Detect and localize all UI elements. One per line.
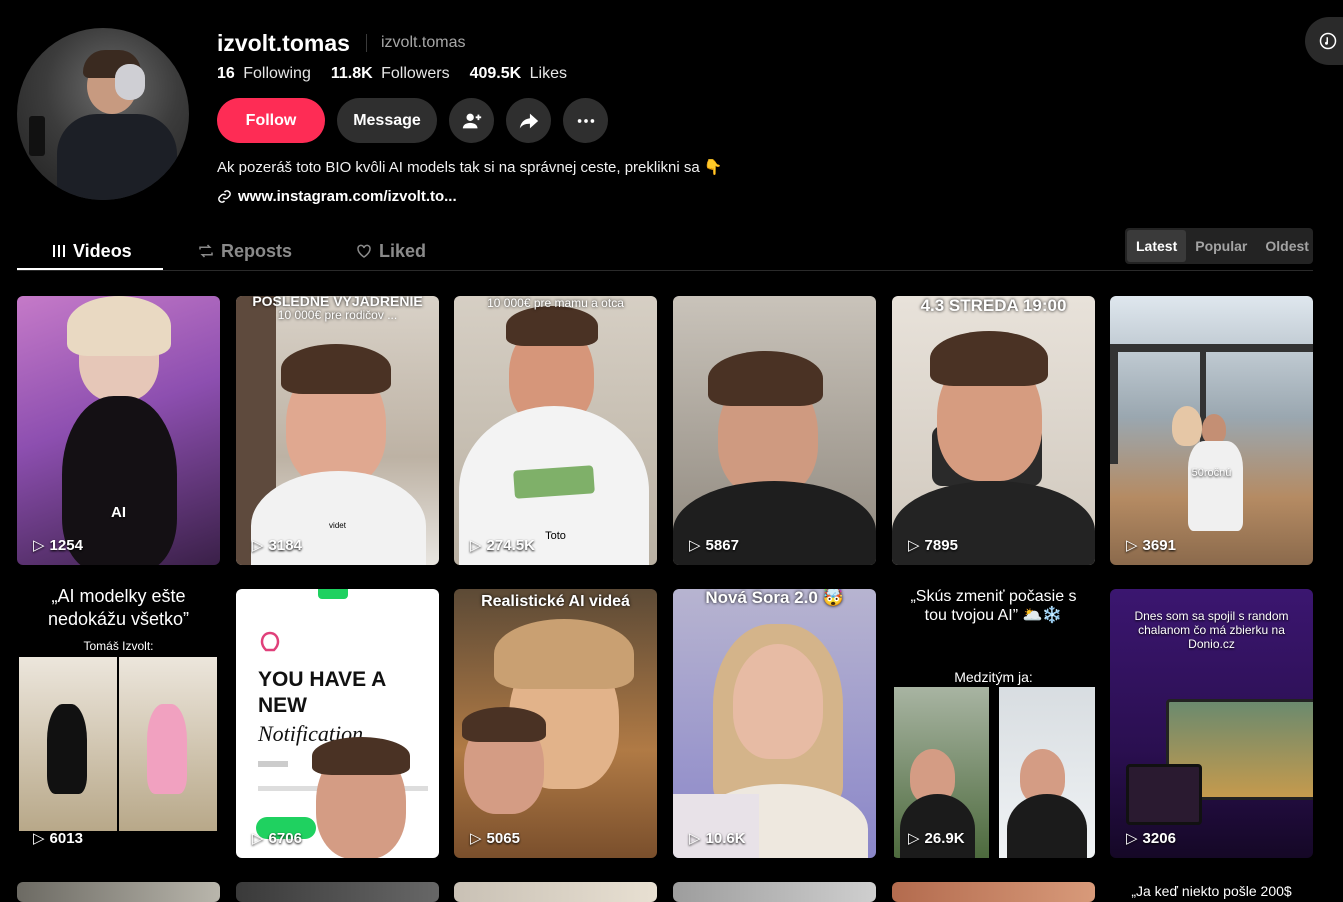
profile-avatar <box>17 28 189 200</box>
video-card[interactable] <box>892 882 1095 902</box>
play-icon: ▷ <box>1126 537 1138 554</box>
video-card[interactable] <box>454 882 657 902</box>
video-caption: Nová Sora 2.0 🤯 <box>705 589 844 607</box>
video-caption: 10 000€ pre rodičov ... <box>277 308 398 322</box>
tab-reposts[interactable]: Reposts <box>197 232 292 270</box>
play-icon: ▷ <box>33 830 45 847</box>
link-icon <box>218 190 231 203</box>
view-count: ▷ 3184 <box>252 536 302 555</box>
liked-heart-icon <box>357 244 371 258</box>
video-caption: 4.3 STREDA 19:00 <box>920 296 1067 315</box>
tab-reposts-label: Reposts <box>221 240 293 261</box>
video-card[interactable]: Nová Sora 2.0 🤯 ▷ 10.6K <box>673 589 876 858</box>
share-arrow-icon <box>519 113 538 128</box>
video-card[interactable]: YOU HAVE A NEW Notification ▷ 6706 <box>236 589 439 858</box>
play-icon: ▷ <box>470 830 482 847</box>
view-count: ▷ 274.5K <box>470 536 535 555</box>
video-card[interactable] <box>673 882 876 902</box>
video-card[interactable]: „Ja keď niekto pošle 200$ <box>1110 882 1313 902</box>
video-caption: 10 000€ pre mamu a otca <box>487 296 624 310</box>
view-count: ▷ 7895 <box>908 536 958 555</box>
sort-selector: Latest Popular Oldest <box>1125 228 1313 264</box>
music-note-icon <box>1319 32 1337 50</box>
profile-username: izvolt.tomas <box>217 30 350 56</box>
video-caption: videt <box>329 521 346 530</box>
video-caption: Tomáš Izvolt: <box>83 639 154 653</box>
play-icon: ▷ <box>470 537 482 554</box>
profile-bio: Ak pozeráš toto BIO kvôli AI models tak … <box>217 159 723 176</box>
video-caption: Medzitým ja: <box>954 669 1033 685</box>
video-caption: Realistické AI videá <box>481 593 630 610</box>
view-count: ▷ 6706 <box>252 829 302 848</box>
play-icon: ▷ <box>689 830 701 847</box>
view-count: ▷ 26.9K <box>908 829 965 848</box>
play-icon: ▷ <box>1126 830 1138 847</box>
video-card[interactable]: „AI modelky ešte nedokážu všetko” Tomáš … <box>17 589 220 858</box>
view-count: ▷ 1254 <box>33 536 83 555</box>
play-icon: ▷ <box>689 537 701 554</box>
video-caption: „Ja keď niekto pošle 200$ <box>1131 883 1292 899</box>
view-count: ▷ 5065 <box>470 829 520 848</box>
play-icon: ▷ <box>908 537 920 554</box>
video-caption: AI <box>111 504 126 521</box>
play-icon: ▷ <box>252 830 264 847</box>
sort-popular[interactable]: Popular <box>1186 230 1256 262</box>
active-tab-underline <box>17 268 163 270</box>
video-card[interactable] <box>17 882 220 902</box>
tab-videos[interactable]: Videos <box>51 232 132 270</box>
profile-tabs: Videos Reposts Liked <box>17 232 1313 271</box>
profile-handle: izvolt.tomas <box>366 34 465 52</box>
video-card[interactable]: POSLEDNÉ VYJADRENIE 10 000€ pre rodičov … <box>236 296 439 565</box>
tab-liked-label: Liked <box>379 240 427 261</box>
video-card[interactable]: 4.3 STREDA 19:00 ▷ 7895 <box>892 296 1095 565</box>
view-count: ▷ 6013 <box>33 829 83 848</box>
view-count: ▷ 3206 <box>1126 829 1176 848</box>
video-card[interactable]: 10 000€ pre mamu a otca Toto ▷ 274.5K <box>454 296 657 565</box>
follow-button[interactable]: Follow <box>217 98 325 143</box>
view-count: ▷ 3691 <box>1126 536 1176 555</box>
video-card[interactable]: Realistické AI videá ▷ 5065 <box>454 589 657 858</box>
more-dots-icon <box>577 118 594 123</box>
more-options-button[interactable] <box>563 98 608 143</box>
music-button[interactable] <box>1305 17 1343 65</box>
video-caption: 50ročnú <box>1191 467 1232 479</box>
grid-icon <box>53 245 65 257</box>
add-friend-button[interactable] <box>449 98 494 143</box>
video-card[interactable]: Dnes som sa spojil s random chalanom čo … <box>1110 589 1313 858</box>
video-card[interactable]: „Skús zmeniť počasie s tou tvojou AI” 🌥️… <box>892 589 1095 858</box>
share-button[interactable] <box>506 98 551 143</box>
play-icon: ▷ <box>252 537 264 554</box>
stat-following[interactable]: 16 Following <box>217 65 311 83</box>
bell-logo-icon <box>260 631 280 652</box>
view-count: ▷ 5867 <box>689 536 739 555</box>
video-caption: „Skús zmeniť počasie s tou tvojou AI” 🌥️… <box>910 589 1077 624</box>
view-count: ▷ 10.6K <box>689 829 746 848</box>
video-card[interactable]: 50ročnú ▷ 3691 <box>1110 296 1313 565</box>
video-caption: Dnes som sa spojil s random chalanom čo … <box>1134 609 1289 651</box>
play-icon: ▷ <box>33 537 45 554</box>
profile-stats: 16 Following 11.8K Followers 409.5K Like… <box>217 65 567 83</box>
video-card[interactable]: AI ▷ 1254 <box>17 296 220 565</box>
video-card[interactable] <box>236 882 439 902</box>
stat-likes: 409.5K Likes <box>469 65 567 82</box>
play-icon: ▷ <box>908 830 920 847</box>
video-caption: „AI modelky ešte nedokážu všetko” <box>47 589 190 629</box>
sort-latest[interactable]: Latest <box>1127 230 1187 262</box>
sort-oldest[interactable]: Oldest <box>1256 230 1318 262</box>
profile-link[interactable]: www.instagram.com/izvolt.to... <box>217 188 457 205</box>
profile-link-text[interactable]: www.instagram.com/izvolt.to... <box>238 188 457 205</box>
video-card[interactable]: ▷ 5867 <box>673 296 876 565</box>
tab-videos-label: Videos <box>73 240 132 261</box>
repost-icon <box>199 244 213 258</box>
tab-liked[interactable]: Liked <box>355 232 426 270</box>
stat-followers[interactable]: 11.8K Followers <box>331 65 450 83</box>
add-user-icon <box>462 113 481 128</box>
message-button[interactable]: Message <box>337 98 437 143</box>
video-caption: YOU HAVE A NEW <box>258 668 386 717</box>
